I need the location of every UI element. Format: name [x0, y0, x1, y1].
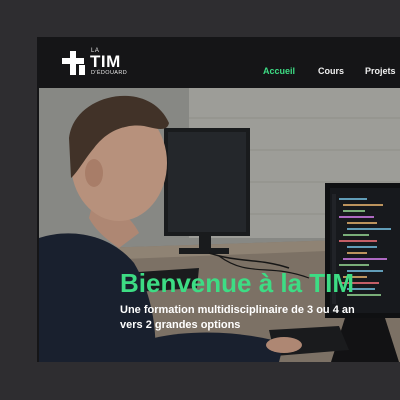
site-logo[interactable]: LA TIM D'ÉDOUARD	[61, 47, 136, 77]
hero-subtitle-line-1: Une formation multidisciplinaire de 3 ou…	[120, 304, 355, 316]
logo-subtitle: D'ÉDOUARD	[91, 70, 128, 76]
hero-subtitle-line-2: vers 2 grandes options	[120, 319, 241, 331]
hero-banner: Bienvenue à la TIM Une formation multidi…	[39, 88, 400, 362]
website-frame: LA TIM D'ÉDOUARD Accueil Cours Projets B…	[37, 37, 400, 362]
hero-title: Bienvenue à la TIM	[120, 268, 355, 298]
nav-item-projets[interactable]: Projets	[365, 66, 396, 76]
cross-logo-icon	[62, 51, 86, 75]
nav-item-accueil[interactable]: Accueil	[263, 66, 295, 76]
navbar: LA TIM D'ÉDOUARD Accueil Cours Projets	[37, 37, 400, 88]
logo-tim-text: TIM	[90, 52, 121, 71]
hero-subtitle: Une formation multidisciplinaire de 3 ou…	[120, 303, 355, 333]
nav-item-cours[interactable]: Cours	[318, 66, 344, 76]
